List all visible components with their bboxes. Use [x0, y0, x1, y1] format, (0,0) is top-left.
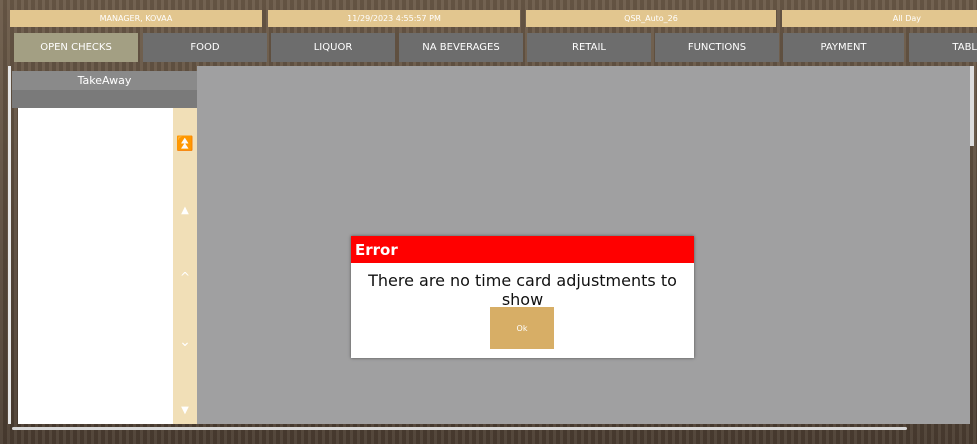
- tab-tables[interactable]: TABL: [909, 33, 977, 62]
- ok-button[interactable]: Ok: [490, 307, 554, 349]
- check-list[interactable]: [18, 108, 173, 424]
- date-time: 11/29/2023 4:55:57 PM: [268, 10, 520, 27]
- left-edge-scrollbar[interactable]: [8, 66, 11, 424]
- daypart: All Day: [782, 10, 977, 27]
- tab-retail[interactable]: RETAIL: [527, 33, 651, 62]
- right-scrollbar[interactable]: [970, 66, 974, 146]
- scroll-top-icon[interactable]: ⏫: [173, 132, 197, 156]
- category-nav: OPEN CHECKS FOOD LIQUOR NA BEVERAGES RET…: [0, 33, 977, 66]
- check-panel-subheader: [12, 90, 197, 108]
- tab-functions[interactable]: FUNCTIONS: [655, 33, 779, 62]
- tab-liquor[interactable]: LIQUOR: [271, 33, 395, 62]
- error-dialog: Error There are no time card adjustments…: [351, 236, 694, 358]
- page-up-icon[interactable]: ▲: [173, 198, 197, 222]
- scroll-up-icon[interactable]: ^: [173, 265, 197, 289]
- terminal-name: QSR_Auto_26: [526, 10, 776, 27]
- dialog-message: There are no time card adjustments to sh…: [368, 271, 677, 309]
- tab-food[interactable]: FOOD: [143, 33, 267, 62]
- tab-payment[interactable]: PAYMENT: [783, 33, 904, 62]
- dialog-title: Error: [351, 236, 694, 263]
- scroll-down-icon[interactable]: ⌄: [173, 330, 197, 354]
- check-panel-title: TakeAway: [12, 71, 197, 90]
- tab-na-beverages[interactable]: NA BEVERAGES: [399, 33, 523, 62]
- horizontal-scrollbar[interactable]: [12, 427, 907, 430]
- user-name: MANAGER, KOVAA: [10, 10, 262, 27]
- tab-open-checks[interactable]: OPEN CHECKS: [14, 33, 138, 62]
- page-down-icon[interactable]: ▼: [173, 398, 197, 422]
- info-bar: MANAGER, KOVAA 11/29/2023 4:55:57 PM QSR…: [0, 0, 977, 30]
- check-list-scroller: ⏫ ▲ ^ ⌄ ▼: [173, 108, 197, 424]
